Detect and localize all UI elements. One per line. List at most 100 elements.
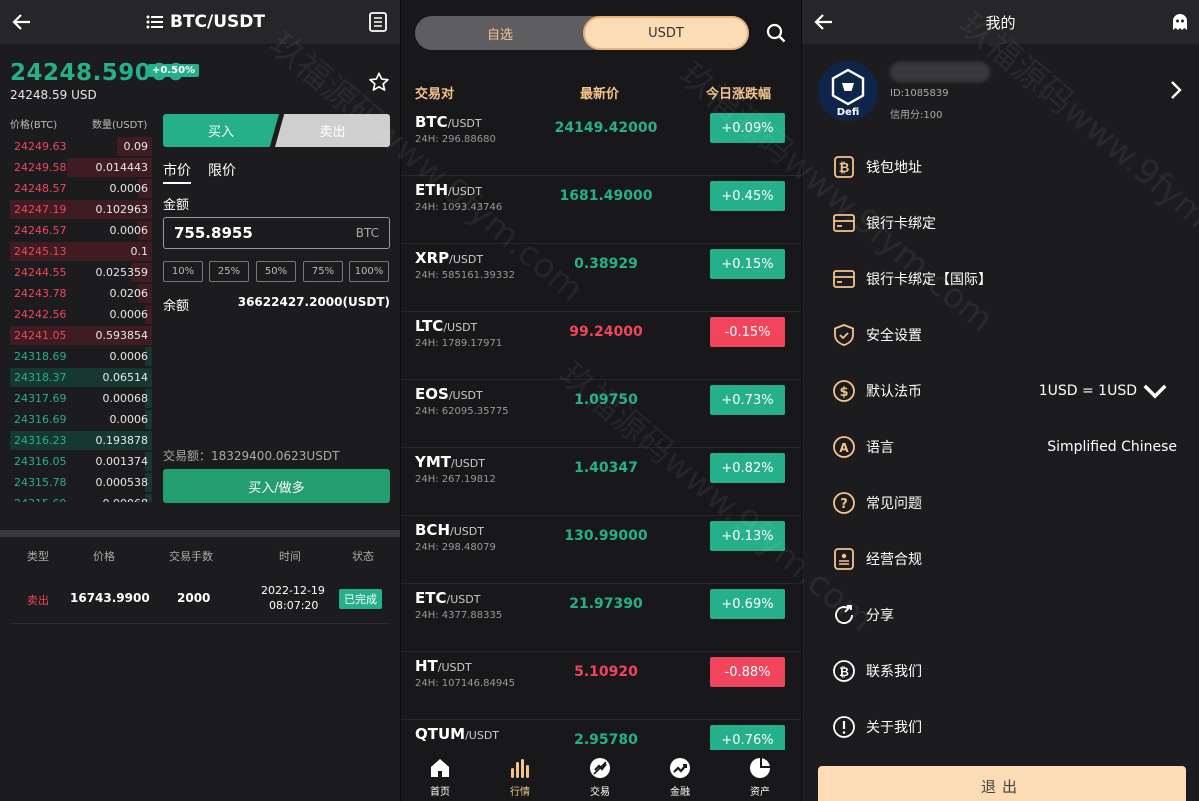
- menu-about[interactable]: 关于我们: [832, 707, 1177, 747]
- document-icon[interactable]: [367, 11, 389, 33]
- tab-limit-order[interactable]: 限价: [208, 160, 236, 180]
- tab-favorites[interactable]: 自选: [415, 16, 585, 50]
- tab-market-order[interactable]: 市价: [163, 160, 191, 184]
- buy-tab[interactable]: 买入: [163, 114, 279, 147]
- market-row[interactable]: BTC/USDT 24H: 296.88680 24149.42000 +0.09%: [401, 108, 801, 176]
- sell-tab[interactable]: 卖出: [275, 114, 390, 147]
- pair-title[interactable]: BTC/USDT: [146, 10, 265, 34]
- orderbook-row[interactable]: 24243.78 0.0206: [10, 283, 152, 304]
- tab-home[interactable]: 首页: [410, 756, 470, 798]
- pct-button-75[interactable]: 75%: [303, 261, 343, 282]
- market-row[interactable]: HT/USDT 24H: 107146.84945 5.10920 -0.88%: [401, 652, 801, 720]
- menu-wallet-address[interactable]: ₿ 钱包地址: [832, 147, 1177, 187]
- amount-field[interactable]: 755.8955 BTC: [163, 217, 390, 249]
- buy-long-button[interactable]: 买入/做多: [163, 469, 390, 503]
- bitcoin-wallet-icon: ₿: [834, 156, 854, 178]
- menu-bank-card-intl[interactable]: 银行卡绑定【国际】: [832, 259, 1177, 299]
- menu-bank-card[interactable]: 银行卡绑定: [832, 203, 1177, 243]
- orderbook-row[interactable]: 24242.56 0.0006: [10, 304, 152, 325]
- last-price: 0.38929: [574, 256, 638, 272]
- orderbook-price: 24241.05: [14, 329, 67, 342]
- orderbook-price: 24318.69: [14, 350, 67, 363]
- orderbook-row[interactable]: 24245.13 0.1: [10, 241, 152, 262]
- orderbook-qty: 0.0206: [109, 287, 149, 300]
- volume-24h: 24H: 296.88680: [415, 134, 496, 145]
- chevron-right-icon[interactable]: [1168, 80, 1184, 100]
- language-value: Simplified Chinese: [1047, 439, 1177, 455]
- market-row[interactable]: LTC/USDT 24H: 1789.17971 99.24000 -0.15%: [401, 312, 801, 380]
- search-icon[interactable]: [765, 22, 787, 44]
- change-badge: +0.13%: [710, 521, 785, 551]
- currency-select[interactable]: 1USD = 1USD: [1039, 379, 1177, 403]
- tab-usdt[interactable]: USDT: [583, 16, 749, 50]
- orderbook-row[interactable]: 24248.57 0.0006: [10, 178, 152, 199]
- compliance-icon: [834, 548, 854, 570]
- hist-header-type: 类型: [27, 550, 49, 563]
- orderbook-price: 24315.78: [14, 476, 67, 489]
- menu-default-currency[interactable]: $ 默认法币 1USD = 1USD: [832, 371, 1177, 411]
- quote-symbol: /USDT: [446, 593, 481, 606]
- orderbook-row[interactable]: 24241.05 0.593854: [10, 325, 152, 346]
- change-badge: +0.45%: [710, 181, 785, 211]
- menu-share[interactable]: 分享: [832, 595, 1177, 635]
- menu-compliance[interactable]: 经营合规: [832, 539, 1177, 579]
- back-arrow-icon[interactable]: [10, 10, 34, 34]
- orderbook-row[interactable]: 24247.19 0.102963: [10, 199, 152, 220]
- orderbook-qty: 0.0006: [109, 413, 149, 426]
- base-symbol: HT: [415, 657, 438, 675]
- orderbook-row[interactable]: 24318.37 0.06514: [10, 367, 152, 388]
- menu-security[interactable]: 安全设置: [832, 315, 1177, 355]
- tab-assets[interactable]: 资产: [730, 756, 790, 798]
- dollar-icon: $: [833, 380, 855, 402]
- orderbook-row[interactable]: 24317.69 0.00068: [10, 388, 152, 409]
- pct-button-10[interactable]: 10%: [163, 261, 203, 282]
- page-title: 我的: [985, 14, 1016, 32]
- pair-title-text: BTC/USDT: [170, 12, 265, 32]
- orderbook-qty: 0.025359: [95, 266, 149, 279]
- market-row[interactable]: YMT/USDT 24H: 267.19812 1.40347 +0.82%: [401, 448, 801, 516]
- card-icon: [833, 270, 855, 288]
- pct-button-50[interactable]: 50%: [256, 261, 296, 282]
- avatar[interactable]: Defi: [818, 61, 878, 121]
- market-row[interactable]: ETC/USDT 24H: 4377.88335 21.97390 +0.69%: [401, 584, 801, 652]
- volume-24h: 24H: 267.19812: [415, 474, 496, 485]
- menu-label: 联系我们: [866, 664, 922, 680]
- star-icon[interactable]: [368, 71, 390, 93]
- tab-trade[interactable]: 交易: [570, 756, 630, 798]
- orderbook-row[interactable]: 24249.58 0.014443: [10, 157, 152, 178]
- orderbook-row[interactable]: 24316.05 0.001374: [10, 451, 152, 472]
- menu-language[interactable]: A 语言 Simplified Chinese: [832, 427, 1177, 467]
- orderbook-row[interactable]: 24249.63 0.09: [10, 136, 152, 157]
- orderbook-row[interactable]: 24315.78 0.000538: [10, 472, 152, 493]
- share-icon: [835, 605, 853, 624]
- theme-toggle-icon[interactable]: [1170, 12, 1190, 32]
- orderbook-row[interactable]: 24316.69 0.0006: [10, 409, 152, 430]
- tab-market[interactable]: 行情: [490, 756, 550, 798]
- market-row[interactable]: EOS/USDT 24H: 62095.35775 1.09750 +0.73%: [401, 380, 801, 448]
- orderbook-row[interactable]: 24318.69 0.0006: [10, 346, 152, 367]
- market-row[interactable]: ETH/USDT 24H: 1093.43746 1681.49000 +0.45%: [401, 176, 801, 244]
- market-row[interactable]: XRP/USDT 24H: 585161.39332 0.38929 +0.15%: [401, 244, 801, 312]
- orderbook-row[interactable]: 24316.23 0.193878: [10, 430, 152, 451]
- divider: [10, 623, 390, 624]
- menu-label: 分享: [866, 608, 894, 624]
- market-row[interactable]: BCH/USDT 24H: 298.48079 130.99000 +0.13%: [401, 516, 801, 584]
- pct-button-100[interactable]: 100%: [349, 261, 389, 282]
- base-symbol: XRP: [415, 249, 450, 267]
- change-badge: +0.50%: [148, 64, 200, 77]
- orderbook-qty: 0.0006: [109, 182, 149, 195]
- orderbook-row[interactable]: 24244.55 0.025359: [10, 262, 152, 283]
- logout-button[interactable]: 退出: [818, 766, 1186, 801]
- card-icon: [833, 214, 855, 232]
- tab-finance[interactable]: 金融: [650, 756, 710, 798]
- orderbook-row[interactable]: 24315.69 0.00068: [10, 493, 152, 502]
- orderbook-qty: 0.00068: [102, 392, 149, 405]
- menu-faq[interactable]: ? 常见问题: [832, 483, 1177, 523]
- quote-symbol: /USDT: [465, 729, 500, 742]
- svg-text:₿: ₿: [839, 161, 850, 176]
- change-badge: +0.15%: [710, 249, 785, 279]
- pct-button-25[interactable]: 25%: [209, 261, 249, 282]
- menu-contact[interactable]: ₿ 联系我们: [832, 651, 1177, 691]
- orderbook-row[interactable]: 24246.57 0.0006: [10, 220, 152, 241]
- volume-24h: 24H: 298.48079: [415, 542, 496, 553]
